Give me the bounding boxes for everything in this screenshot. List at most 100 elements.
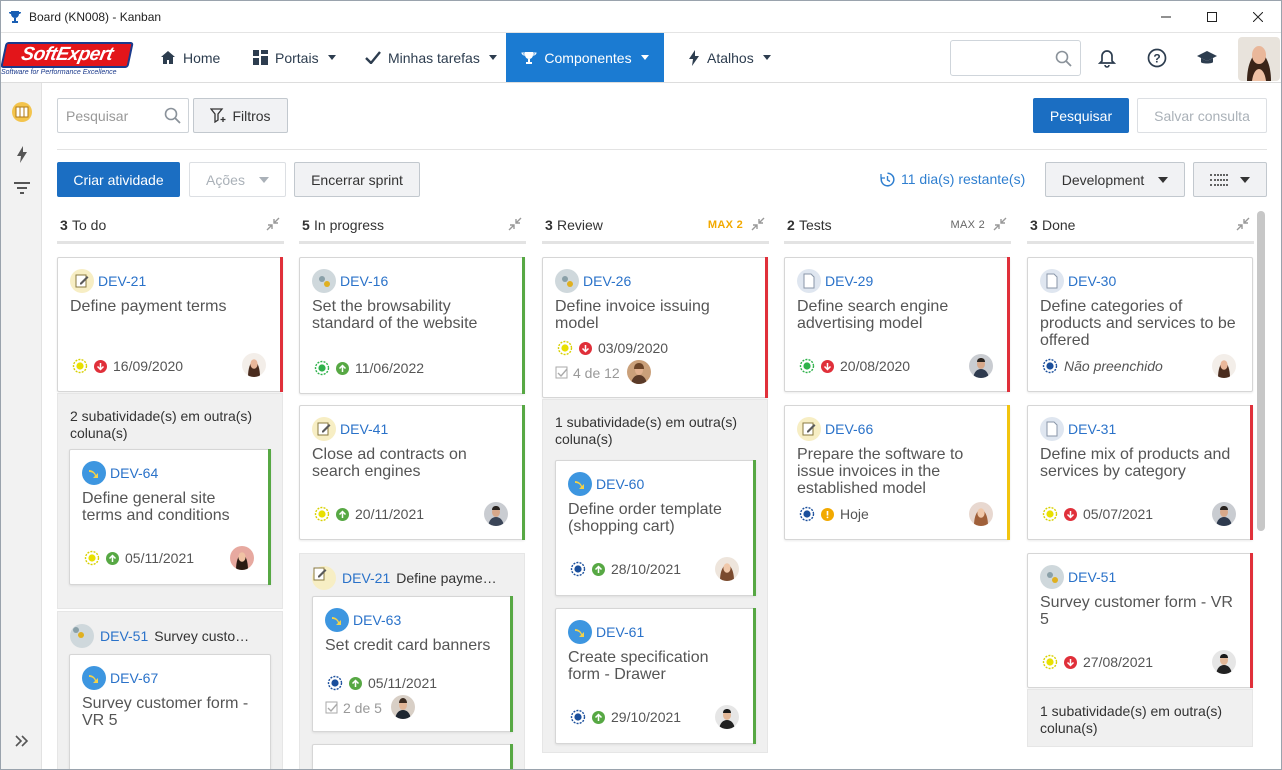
view-options-dropdown[interactable] <box>1193 162 1267 197</box>
assignee-avatar[interactable] <box>230 546 254 570</box>
softexpert-logo[interactable]: Soft Expert Software for Performance Exce… <box>1 40 134 78</box>
kanban-card[interactable]: DEV-30 Define categories of products and… <box>1027 257 1253 392</box>
list-view-icon <box>1210 173 1228 186</box>
card-title: Set the browsability standard of the web… <box>312 298 478 332</box>
collapse-column-icon[interactable] <box>751 217 765 231</box>
search-button[interactable]: Pesquisar <box>1033 98 1129 133</box>
kanban-card[interactable]: DEV-63 Set credit card banners 05/11/202… <box>312 596 513 732</box>
nav-shortcuts[interactable]: Atalhos <box>684 33 775 82</box>
user-avatar[interactable] <box>1238 37 1280 81</box>
close-sprint-button[interactable]: Encerrar sprint <box>294 162 420 197</box>
card-key[interactable]: DEV-41 <box>340 421 388 437</box>
kanban-card[interactable]: DEV-61 Create specification form - Drawe… <box>555 608 756 744</box>
help-icon[interactable]: ? <box>1145 46 1169 70</box>
kanban-card[interactable]: DEV-66 Prepare the software to issue inv… <box>784 405 1010 540</box>
column-count: 3 <box>545 217 553 233</box>
card-key[interactable]: DEV-29 <box>825 273 873 289</box>
subactivity-note: 1 subatividade(s) em outra(s) coluna(s) <box>555 414 738 447</box>
create-activity-button[interactable]: Criar atividade <box>57 162 180 197</box>
filters-button[interactable]: Filtros <box>193 98 288 133</box>
kanban-card[interactable] <box>312 744 513 769</box>
kanban-card[interactable]: DEV-21 Define payment terms 16/09/2020 <box>57 257 283 392</box>
search-icon <box>1055 50 1072 67</box>
maximize-button[interactable] <box>1189 1 1235 32</box>
expand-sidebar-icon[interactable] <box>11 730 33 752</box>
card-key[interactable]: DEV-61 <box>596 624 644 640</box>
card-key[interactable]: DEV-67 <box>110 670 158 686</box>
assignee-avatar[interactable] <box>969 354 993 378</box>
priority-bar <box>510 596 513 732</box>
card-key[interactable]: DEV-31 <box>1068 421 1116 437</box>
assignee-avatar[interactable] <box>969 502 993 526</box>
priority-bar <box>280 257 283 392</box>
kanban-card[interactable]: DEV-16 Set the browsability standard of … <box>299 257 525 394</box>
kanban-card[interactable]: DEV-67 Survey customer form - VR 5 <box>69 654 271 769</box>
assignee-avatar[interactable] <box>1212 650 1236 674</box>
kanban-card[interactable]: DEV-60 Define order template (shopping c… <box>555 460 756 596</box>
collapse-column-icon[interactable] <box>266 217 280 231</box>
card-key[interactable]: DEV-64 <box>110 465 158 481</box>
assignee-avatar[interactable] <box>242 353 266 377</box>
lightning-icon[interactable] <box>11 143 33 165</box>
collapse-column-icon[interactable] <box>508 217 522 231</box>
nav-components[interactable]: Componentes <box>506 33 664 82</box>
collapse-column-icon[interactable] <box>1236 217 1250 231</box>
close-button[interactable] <box>1235 1 1281 32</box>
assignee-avatar[interactable] <box>484 502 508 526</box>
card-key[interactable]: DEV-26 <box>583 273 631 289</box>
nav-home[interactable]: Home <box>156 33 224 82</box>
progress-text: 2 de 5 <box>343 700 382 716</box>
card-key[interactable]: DEV-63 <box>353 612 401 628</box>
task-arrow-icon <box>82 461 106 485</box>
parent-key[interactable]: DEV-51 <box>100 628 148 644</box>
card-key[interactable]: DEV-51 <box>1068 569 1116 585</box>
status-pending-icon <box>314 506 330 522</box>
card-key[interactable]: DEV-30 <box>1068 273 1116 289</box>
card-key[interactable]: DEV-21 <box>98 273 146 289</box>
parent-key[interactable]: DEV-21 <box>342 570 390 586</box>
assignee-avatar[interactable] <box>1212 502 1236 526</box>
arrow-down-icon <box>94 359 107 373</box>
kanban-card[interactable]: DEV-64 Define general site terms and con… <box>69 449 271 585</box>
column-done: 3 Done DEV-30 Define categories of produ… <box>1027 207 1254 769</box>
parent-activity[interactable]: DEV-21 Define payme… <box>312 566 497 590</box>
kanban-card[interactable]: DEV-31 Define mix of products and servic… <box>1027 405 1253 540</box>
graduation-cap-icon[interactable] <box>1195 46 1219 70</box>
kanban-card[interactable]: DEV-26 Define invoice issuing model 03/0… <box>542 257 768 398</box>
remaining-days: 11 dia(s) restante(s) <box>901 171 1026 187</box>
actions-dropdown[interactable]: Ações <box>189 162 286 197</box>
subactivity-group: 2 subatividade(s) em outra(s) coluna(s) … <box>57 393 283 609</box>
global-search-input[interactable] <box>950 40 1081 76</box>
assignee-avatar[interactable] <box>391 695 415 719</box>
minimize-button[interactable] <box>1143 1 1189 32</box>
due-date: 16/09/2020 <box>113 358 184 374</box>
arrow-up-icon <box>106 551 119 565</box>
card-key[interactable]: DEV-66 <box>825 421 873 437</box>
filter-icon[interactable] <box>11 177 33 199</box>
collapse-column-icon[interactable] <box>993 217 1007 231</box>
kanban-card[interactable]: DEV-51 Survey customer form - VR 5 27/08… <box>1027 553 1253 688</box>
assignee-avatar[interactable] <box>1212 354 1236 378</box>
nav-my-tasks[interactable]: Minhas tarefas <box>361 33 501 82</box>
board-scrollbar[interactable] <box>1257 211 1265 531</box>
card-key[interactable]: DEV-60 <box>596 476 644 492</box>
assignee-avatar[interactable] <box>715 705 739 729</box>
team-dropdown[interactable]: Development <box>1045 162 1185 197</box>
task-edit-icon <box>312 566 336 590</box>
card-title: Prepare the software to issue invoices i… <box>797 446 964 497</box>
nav-portals-label: Portais <box>275 49 319 66</box>
kanban-board-icon[interactable] <box>11 101 33 123</box>
priority-bar <box>522 257 525 394</box>
parent-activity[interactable]: DEV-51 Survey custo… <box>70 624 249 648</box>
assignee-avatar[interactable] <box>715 557 739 581</box>
kanban-card[interactable]: DEV-41 Close ad contracts on search engi… <box>299 405 525 540</box>
task-gears-icon <box>1040 565 1064 589</box>
card-key[interactable]: DEV-16 <box>340 273 388 289</box>
assignee-avatar[interactable] <box>627 360 651 384</box>
kanban-card[interactable]: DEV-29 Define search engine advertising … <box>784 257 1010 392</box>
bell-icon[interactable] <box>1095 46 1119 70</box>
save-query-button[interactable]: Salvar consulta <box>1137 98 1267 133</box>
due-date: 29/10/2021 <box>611 709 682 725</box>
nav-portals[interactable]: Portais <box>249 33 340 82</box>
board-search-input[interactable]: Pesquisar <box>57 98 189 133</box>
